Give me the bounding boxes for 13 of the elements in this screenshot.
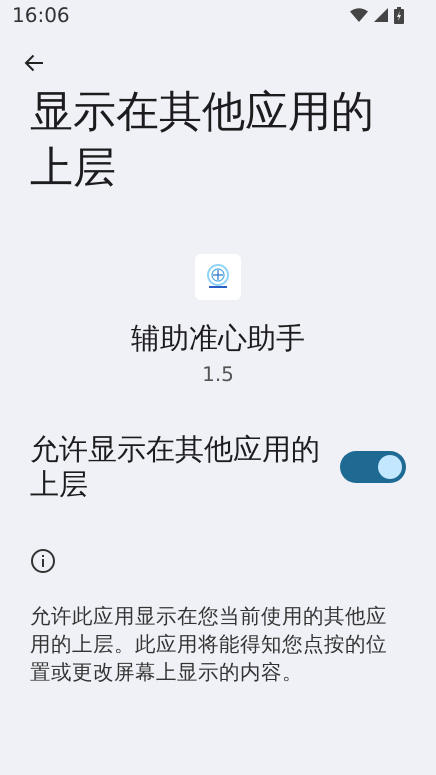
permission-label: 允许显示在其他应用的上层 <box>30 432 320 502</box>
app-version: 1.5 <box>202 362 234 386</box>
signal-icon <box>374 8 388 22</box>
page-title: 显示在其他应用的上层 <box>30 86 375 195</box>
wifi-icon <box>350 8 368 22</box>
info-icon <box>30 548 56 574</box>
back-arrow-icon[interactable] <box>24 54 44 72</box>
app-name: 辅助准心助手 <box>131 320 305 357</box>
status-time: 16:06 <box>12 3 70 27</box>
permission-switch[interactable] <box>340 451 406 483</box>
battery-icon <box>394 6 404 24</box>
permission-description: 允许此应用显示在您当前使用的其他应用的上层。此应用将能得知您点按的位置或更改屏幕上显示的内容。 <box>30 603 388 686</box>
app-icon <box>195 254 241 300</box>
